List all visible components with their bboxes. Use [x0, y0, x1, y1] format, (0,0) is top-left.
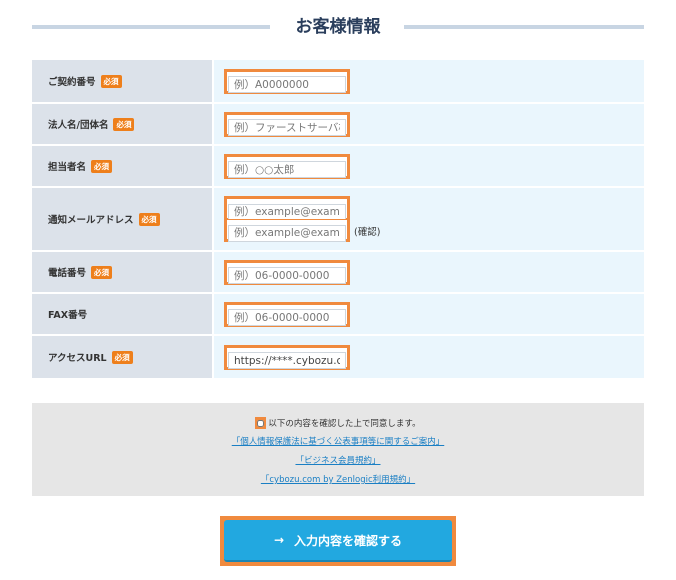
- arrow-right-icon: →: [273, 533, 285, 547]
- field-label: 電話番号: [48, 268, 87, 279]
- required-badge: 必須: [100, 74, 122, 88]
- field-label-cell: アクセスURL 必須: [32, 336, 214, 378]
- field-label: 法人名/団体名: [48, 120, 109, 131]
- customer-info-form: ご契約番号 必須 法人名/団体名 必須 担当者名 必須: [32, 60, 644, 378]
- field-label: 担当者名: [48, 162, 87, 173]
- email-input-stack: (確認): [224, 196, 644, 242]
- form-row-notification-email: 通知メールアドレス 必須 (確認): [32, 188, 644, 252]
- field-input-cell: [214, 252, 644, 292]
- input-highlight-frame: [224, 196, 350, 221]
- input-highlight-frame: [224, 344, 350, 370]
- field-input-cell: [214, 60, 644, 102]
- email-input-wrap: [224, 196, 644, 221]
- business-member-terms-link[interactable]: 「ビジネス会員規約」: [32, 452, 644, 471]
- email-confirm-input[interactable]: [228, 224, 346, 242]
- company-name-input[interactable]: [228, 119, 346, 136]
- form-row-contract-number: ご契約番号 必須: [32, 60, 644, 104]
- form-row-fax: FAX番号: [32, 294, 644, 336]
- required-badge: 必須: [113, 117, 135, 131]
- field-input-cell: [214, 294, 644, 334]
- input-highlight-frame: [224, 68, 350, 94]
- form-row-company-name: 法人名/団体名 必須: [32, 104, 644, 146]
- checkbox-highlight-frame: [255, 417, 267, 429]
- input-highlight-frame: [224, 111, 350, 137]
- required-badge: 必須: [91, 265, 113, 279]
- email-input[interactable]: [228, 203, 346, 221]
- email-confirm-label: (確認): [354, 226, 381, 238]
- field-input-cell: (確認): [214, 188, 644, 250]
- input-highlight-frame: [224, 301, 350, 327]
- section-heading: お客様情報: [32, 14, 644, 40]
- field-label: FAX番号: [48, 310, 88, 321]
- email-confirm-wrap: (確認): [224, 219, 644, 242]
- field-label: 通知メールアドレス: [48, 215, 134, 226]
- contract-number-input[interactable]: [228, 76, 346, 93]
- field-label: アクセスURL: [48, 353, 107, 364]
- agreement-panel: 以下の内容を確認した上で同意します。 「個人情報保護法に基づく公表事項等に関する…: [32, 403, 644, 496]
- confirm-input-button-label: 入力内容を確認する: [294, 533, 403, 548]
- field-input-cell: [214, 146, 644, 186]
- submit-highlight-frame: → 入力内容を確認する: [220, 516, 456, 566]
- required-badge: 必須: [91, 159, 113, 173]
- field-label-cell: 担当者名 必須: [32, 146, 214, 186]
- contact-person-input[interactable]: [228, 161, 346, 178]
- agreement-line: 以下の内容を確認した上で同意します。: [32, 416, 644, 430]
- required-badge: 必須: [138, 212, 160, 226]
- input-highlight-frame: [224, 259, 350, 285]
- field-label: ご契約番号: [48, 77, 96, 88]
- field-input-cell: [214, 336, 644, 378]
- cybozu-zenlogic-terms-link[interactable]: 「cybozu.com by Zenlogic利用規約」: [32, 471, 644, 490]
- form-row-phone: 電話番号 必須: [32, 252, 644, 294]
- field-input-cell: [214, 104, 644, 144]
- confirm-input-button[interactable]: → 入力内容を確認する: [224, 520, 452, 562]
- field-label-cell: 電話番号 必須: [32, 252, 214, 292]
- heading-divider-right: [404, 25, 644, 29]
- input-highlight-frame: [224, 153, 350, 179]
- phone-input[interactable]: [228, 267, 346, 284]
- agree-checkbox[interactable]: [257, 419, 265, 427]
- privacy-policy-link[interactable]: 「個人情報保護法に基づく公表事項等に関するご案内」: [32, 433, 644, 452]
- field-label-cell: ご契約番号 必須: [32, 60, 214, 102]
- field-label-cell: 通知メールアドレス 必須: [32, 188, 214, 250]
- agree-checkbox-label[interactable]: 以下の内容を確認した上で同意します。: [268, 417, 420, 429]
- input-highlight-frame: [224, 219, 350, 242]
- field-label-cell: FAX番号: [32, 294, 214, 334]
- form-row-contact-person: 担当者名 必須: [32, 146, 644, 188]
- field-label-cell: 法人名/団体名 必須: [32, 104, 214, 144]
- access-url-input[interactable]: [228, 352, 346, 369]
- form-row-access-url: アクセスURL 必須: [32, 336, 644, 378]
- required-badge: 必須: [111, 350, 133, 364]
- fax-input[interactable]: [228, 309, 346, 326]
